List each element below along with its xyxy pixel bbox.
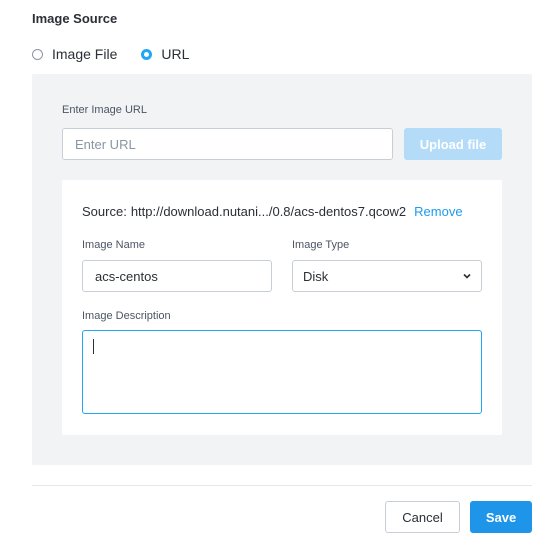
source-prefix: Source: (82, 204, 127, 219)
radio-url[interactable]: URL (141, 46, 189, 62)
image-description-textarea[interactable] (82, 330, 482, 414)
source-url: http://download.nutani.../0.8/acs-dentos… (130, 204, 407, 219)
image-type-select[interactable]: Disk (292, 260, 482, 292)
image-name-input[interactable] (82, 260, 272, 292)
radio-url-circle[interactable] (141, 48, 153, 60)
image-source-radio-group: Image File URL (32, 46, 189, 62)
radio-url-label[interactable]: URL (161, 46, 189, 62)
save-button[interactable]: Save (470, 501, 532, 533)
remove-link[interactable]: Remove (414, 204, 462, 219)
upload-file-button[interactable]: Upload file (404, 128, 502, 160)
image-details-card: Source: http://download.nutani.../0.8/acs… (62, 180, 502, 435)
chevron-down-icon (463, 270, 471, 282)
radio-image-file-circle[interactable] (32, 48, 43, 60)
image-name-label: Image Name (82, 239, 145, 251)
image-url-input[interactable] (62, 128, 393, 160)
image-source-title: Image Source (32, 11, 118, 26)
image-type-label: Image Type (292, 239, 350, 251)
image-description-label: Image Description (82, 310, 171, 322)
enter-image-url-label: Enter Image URL (62, 104, 147, 116)
footer-divider (32, 485, 532, 486)
url-source-panel: Enter Image URL Upload file Source:http:… (32, 74, 532, 465)
cancel-button[interactable]: Cancel (385, 501, 460, 533)
image-type-value: Disk (303, 268, 329, 284)
radio-image-file-label[interactable]: Image File (52, 46, 117, 62)
source-row: Source: http://download.nutani.../0.8/acs… (82, 204, 463, 219)
text-cursor (93, 339, 94, 354)
radio-image-file[interactable]: Image File (32, 46, 117, 62)
